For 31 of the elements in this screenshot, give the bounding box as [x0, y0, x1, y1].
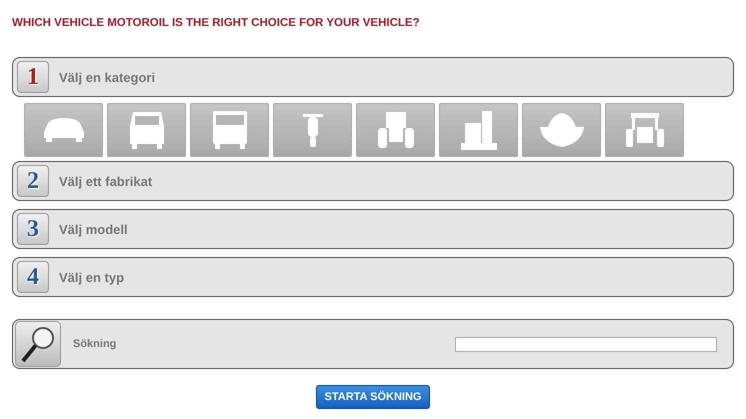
step-label: Välj ett fabrikat [59, 174, 152, 188]
category-tile[interactable] [356, 103, 435, 157]
vintage-car-icon [626, 113, 664, 147]
category-tile[interactable] [107, 103, 186, 157]
car-icon [44, 118, 84, 142]
search-label: Sökning [73, 338, 118, 350]
category-tile[interactable] [605, 103, 684, 157]
page-heading: WHICH VEHICLE MOTOROIL IS THE RIGHT CHOICE FOR YOUR VEHICLE? [12, 17, 421, 29]
step-number: 2 [17, 165, 49, 197]
step-number: 1 [17, 61, 49, 93]
start-search-button[interactable]: STARTA SÖKNING [316, 385, 430, 409]
category-tile[interactable] [522, 103, 601, 157]
category-tile[interactable] [190, 103, 269, 157]
truck-icon [212, 111, 246, 149]
step-number: 4 [17, 261, 49, 293]
search-icon [21, 326, 55, 362]
category-tile[interactable] [24, 103, 103, 157]
step-number: 3 [17, 213, 49, 245]
step-bar[interactable]: 1 Välj en kategori [12, 57, 734, 97]
category-tile[interactable] [273, 103, 352, 157]
step-label: Välj en kategori [59, 70, 156, 84]
tractor-icon [378, 112, 414, 148]
step-bar[interactable]: 2 Välj ett fabrikat [12, 161, 734, 201]
step-label: Välj modell [59, 222, 128, 236]
step-label: Välj en typ [59, 270, 124, 284]
category-tile[interactable] [439, 103, 518, 157]
step-bar[interactable]: 3 Välj modell [12, 209, 734, 249]
van-icon [130, 112, 164, 148]
step-bar[interactable]: 4 Välj en typ [12, 257, 734, 297]
search-field[interactable] [455, 336, 717, 352]
motorcycle-icon [302, 114, 322, 146]
